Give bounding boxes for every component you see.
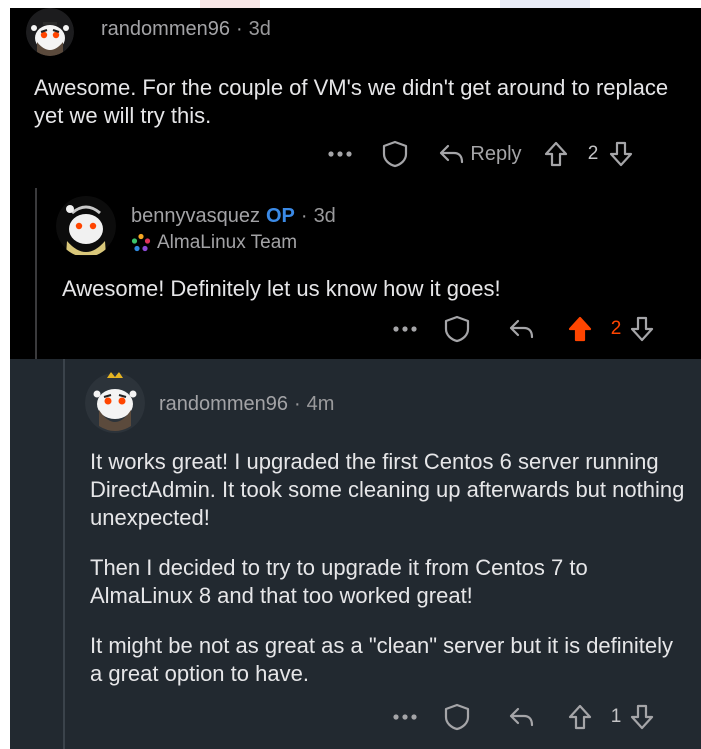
comment-meta: randommen96 · 3d — [101, 18, 271, 41]
comment-actions: Reply 2 — [320, 138, 638, 170]
user-flair: AlmaLinux Team — [131, 232, 297, 254]
award-shield-icon — [382, 140, 408, 168]
reply-icon — [509, 319, 534, 339]
downvote-button[interactable] — [604, 141, 638, 167]
vote-score: 2 — [610, 318, 622, 339]
timestamp: 3d — [313, 205, 336, 227]
more-button[interactable] — [385, 326, 425, 332]
background-decoration — [200, 0, 260, 8]
downvote-icon — [630, 704, 654, 730]
flair-text: AlmaLinux Team — [157, 232, 298, 253]
more-icon — [393, 326, 417, 332]
username[interactable]: randommen96 — [159, 393, 288, 415]
avatar[interactable] — [56, 195, 116, 257]
comment-thread: randommen96 · 3d Awesome. For the couple o… — [10, 8, 701, 749]
reply-icon — [440, 144, 464, 164]
thread-line[interactable] — [35, 188, 37, 359]
almalinux-logo-icon — [131, 233, 151, 252]
reply-icon — [509, 707, 534, 727]
downvote-icon — [609, 141, 633, 167]
downvote-icon — [630, 316, 654, 342]
reply-button[interactable] — [489, 318, 553, 340]
downvote-button[interactable] — [625, 704, 659, 730]
comment-actions: 2 — [385, 312, 659, 346]
award-button[interactable] — [425, 703, 489, 731]
upvote-button[interactable] — [530, 141, 582, 167]
upvote-icon — [568, 316, 592, 342]
comment-meta: randommen96 · 4m — [159, 393, 334, 416]
username[interactable]: bennyvasquez — [131, 205, 260, 227]
username[interactable]: randommen96 — [101, 18, 230, 40]
vote-score: 1 — [610, 706, 622, 727]
thread-line[interactable] — [63, 359, 65, 749]
separator: · — [300, 205, 308, 227]
comment-meta: bennyvasquez OP · 3d — [131, 205, 336, 228]
top-strip — [0, 0, 701, 8]
comment-paragraph: It works great! I upgraded the first Cen… — [90, 449, 685, 530]
reply-button[interactable]: Reply — [430, 143, 530, 166]
upvote-icon — [568, 704, 592, 730]
comment-paragraph: Awesome! Definitely let us know how it g… — [62, 276, 501, 301]
timestamp: 3d — [248, 18, 271, 40]
upvote-button[interactable] — [553, 316, 607, 342]
more-icon — [393, 714, 417, 720]
comment-paragraph: Awesome. For the couple of VM's we didn'… — [34, 75, 669, 128]
upvote-button[interactable] — [553, 704, 607, 730]
vote-score: 2 — [587, 143, 599, 164]
more-button[interactable] — [385, 714, 425, 720]
reply-label: Reply — [470, 142, 522, 165]
comment-paragraph: It might be not as great as a "clean" se… — [90, 633, 674, 686]
op-badge: OP — [265, 205, 295, 227]
comment-body: It works great! I upgraded the first Cen… — [90, 448, 690, 710]
more-icon — [328, 151, 352, 157]
reply-button[interactable] — [489, 706, 553, 728]
separator: · — [293, 393, 301, 415]
award-button[interactable] — [425, 315, 489, 343]
comment-actions: 1 — [385, 700, 659, 734]
award-shield-icon — [444, 703, 470, 731]
separator: · — [235, 18, 243, 40]
timestamp: 4m — [306, 393, 335, 415]
award-shield-icon — [444, 315, 470, 343]
upvote-icon — [544, 141, 568, 167]
downvote-button[interactable] — [625, 316, 659, 342]
award-button[interactable] — [360, 140, 430, 168]
avatar[interactable] — [26, 8, 74, 56]
background-decoration — [500, 0, 590, 8]
more-button[interactable] — [320, 151, 360, 157]
comment-paragraph: Then I decided to try to upgrade it from… — [90, 555, 588, 608]
avatar[interactable] — [85, 372, 145, 434]
